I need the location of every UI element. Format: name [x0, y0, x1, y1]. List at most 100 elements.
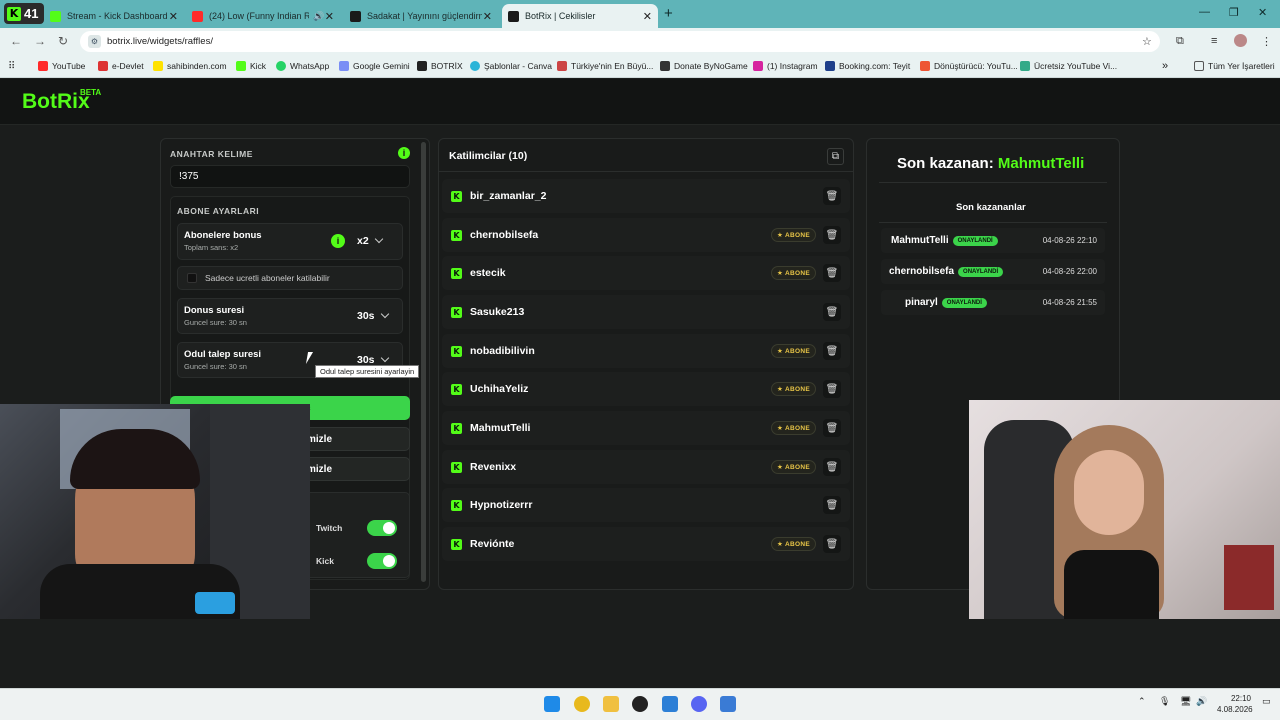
trash-icon[interactable]: 🗑	[823, 535, 841, 553]
kick-notification-badge[interactable]: K 41	[4, 3, 44, 24]
bookmark-item[interactable]: WhatsApp	[276, 57, 329, 75]
reload-icon[interactable]: ↻	[58, 34, 68, 48]
close-icon[interactable]: ✕	[169, 10, 178, 23]
subscriber-settings-label: ABONE AYARLARI	[177, 206, 260, 216]
keyword-input[interactable]: !375	[170, 165, 410, 188]
trash-icon[interactable]: 🗑	[823, 419, 841, 437]
info-icon[interactable]: i	[331, 234, 345, 248]
minimize-icon[interactable]: —	[1199, 6, 1210, 18]
maximize-icon[interactable]: ❐	[1229, 6, 1239, 19]
extensions-icon[interactable]: ⧉	[1176, 35, 1184, 48]
settings-scrollbar[interactable]	[421, 142, 426, 582]
app-icon[interactable]	[662, 696, 678, 712]
bookmarks-more-button[interactable]: »	[1162, 57, 1168, 75]
forward-icon[interactable]: →	[34, 34, 46, 48]
top	[1064, 550, 1159, 619]
bookmark-item[interactable]: Donate ByNoGame	[660, 57, 748, 75]
bookmark-item[interactable]: Şablonlar - Canva	[470, 57, 552, 75]
paid-only-checkbox[interactable]	[187, 273, 197, 283]
app-icon[interactable]	[720, 696, 736, 712]
site-info-icon[interactable]: ⚙	[88, 35, 101, 48]
bookmark-star-icon[interactable]: ☆	[1142, 35, 1152, 48]
clock[interactable]: 22:10 4.08.2026	[1217, 693, 1253, 715]
browser-tab[interactable]: (24) Low (Funny Indian Ren 🔊 ✕	[186, 4, 340, 28]
new-tab-button[interactable]: +	[664, 5, 673, 22]
microphone-icon[interactable]: 🎙	[1159, 696, 1170, 707]
bookmark-item[interactable]: sahibinden.com	[153, 57, 227, 75]
close-icon[interactable]: ✕	[483, 10, 492, 23]
trash-icon[interactable]: 🗑	[823, 458, 841, 476]
divider	[879, 222, 1107, 223]
profile-avatar[interactable]	[1234, 34, 1247, 47]
subscriber-bonus-select[interactable]: x2	[357, 234, 383, 247]
bookmark-item[interactable]: YouTube	[38, 57, 85, 75]
trash-icon[interactable]: 🗑	[823, 264, 841, 282]
back-icon[interactable]: ←	[10, 34, 22, 48]
bookmark-item[interactable]: Türkiye'nin En Büyü...	[557, 57, 653, 75]
trash-icon[interactable]: 🗑	[823, 342, 841, 360]
bookmark-label: e-Devlet	[112, 61, 144, 71]
bookmark-item[interactable]: BOTRİX	[417, 57, 463, 75]
bookmark-item[interactable]: e-Devlet	[98, 57, 144, 75]
kick-icon: K	[451, 383, 462, 395]
kick-icon: K	[451, 345, 462, 357]
last-winner-name: MahmutTelli	[997, 155, 1085, 172]
trash-icon[interactable]: 🗑	[823, 226, 841, 244]
bookmark-item[interactable]: Ücretsiz YouTube Vi...	[1020, 57, 1117, 75]
discord-icon[interactable]	[691, 696, 707, 712]
webcam-overlay-left	[0, 404, 310, 619]
trash-icon[interactable]: 🗑	[823, 303, 841, 321]
url-text: botrix.live/widgets/raffles/	[107, 36, 213, 47]
copy-icon[interactable]: ⧉	[827, 148, 844, 165]
obs-icon[interactable]	[632, 696, 648, 712]
bookmark-item[interactable]: Booking.com: Teyit	[825, 57, 910, 75]
twitch-toggle[interactable]	[367, 520, 397, 536]
participant-row: Knobadibilivin ★ ABONE 🗑	[442, 334, 850, 368]
info-icon[interactable]: i	[398, 147, 410, 159]
browser-tab[interactable]: Stream - Kick Dashboard ✕	[44, 4, 184, 28]
network-icon[interactable]: 🖥	[1180, 696, 1191, 707]
bookmark-item[interactable]: Kick	[236, 57, 266, 75]
chevron-down-icon	[374, 234, 383, 244]
trash-icon[interactable]: 🗑	[823, 496, 841, 514]
kick-icon: K	[451, 306, 462, 318]
badge-label: ABONE	[785, 425, 810, 432]
audio-icon[interactable]: 🔊	[313, 11, 324, 22]
tab-title: BotRix | Cekilisler	[525, 11, 596, 21]
all-bookmarks-label: Tüm Yer İşaretleri	[1208, 61, 1275, 71]
file-explorer-icon[interactable]	[603, 696, 619, 712]
badge-label: ABONE	[785, 541, 810, 548]
bookmark-label: YouTube	[52, 61, 86, 71]
paid-only-row[interactable]: Sadece ucretli aboneler katilabilir	[177, 266, 403, 290]
url-field[interactable]: ⚙ botrix.live/widgets/raffles/	[80, 31, 1160, 52]
bonus-time-select[interactable]: 30s	[357, 309, 389, 322]
trash-icon[interactable]: 🗑	[823, 380, 841, 398]
chrome-icon[interactable]	[574, 696, 590, 712]
beta-badge: BETA	[80, 88, 102, 97]
volume-icon[interactable]: 🔊	[1196, 696, 1207, 707]
window-close-icon[interactable]: ✕	[1258, 6, 1267, 19]
media-icon[interactable]: ≡	[1211, 35, 1217, 47]
close-icon[interactable]: ✕	[325, 10, 334, 23]
tray-arrow-icon[interactable]: ⌃	[1138, 696, 1146, 707]
close-icon[interactable]: ✕	[643, 10, 652, 23]
subscriber-bonus-title: Abonelere bonus	[184, 230, 262, 241]
kick-icon: K	[451, 538, 462, 550]
windows-start-icon[interactable]	[544, 696, 560, 712]
menu-icon[interactable]: ⋮	[1261, 35, 1272, 48]
keyword-value: !375	[179, 171, 199, 182]
browser-tab[interactable]: Sadakat | Yayınını güçlendirmel ✕	[344, 4, 498, 28]
bookmark-item[interactable]: (1) Instagram	[753, 57, 818, 75]
bookmark-item[interactable]: Dönüştürücü: YouTu...	[920, 57, 1018, 75]
notifications-icon[interactable]: ▭	[1262, 696, 1271, 707]
streamer-face	[1074, 450, 1144, 535]
browser-tab-active[interactable]: BotRix | Cekilisler ✕	[502, 4, 658, 28]
all-bookmarks-button[interactable]: Tüm Yer İşaretleri	[1194, 57, 1275, 75]
trash-icon[interactable]: 🗑	[823, 187, 841, 205]
button-label: mizle	[307, 433, 333, 445]
apps-icon[interactable]: ⠿	[8, 61, 15, 72]
bookmark-item[interactable]: Google Gemini	[339, 57, 410, 75]
kick-toggle[interactable]	[367, 553, 397, 569]
bookmark-label: Google Gemini	[353, 61, 410, 71]
participant-name: chernobilsefa	[470, 229, 539, 241]
